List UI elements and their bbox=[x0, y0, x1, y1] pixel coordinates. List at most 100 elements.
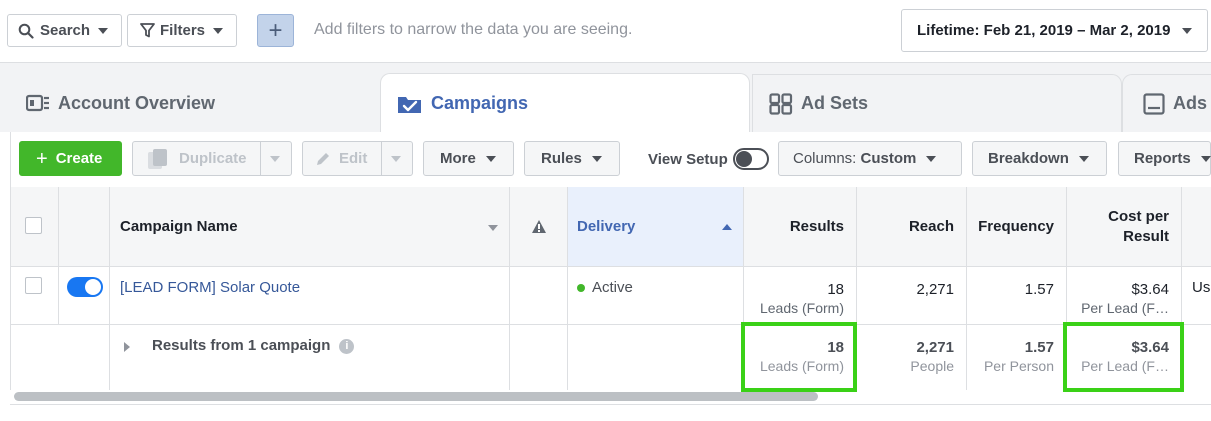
header-label: Delivery bbox=[577, 218, 636, 235]
header-campaign-name[interactable]: Campaign Name bbox=[110, 187, 510, 267]
tab-ads[interactable]: Ads bbox=[1122, 74, 1211, 132]
chevron-down-icon bbox=[591, 155, 602, 162]
row-warning-cell bbox=[510, 267, 568, 325]
header-label: Frequency bbox=[978, 218, 1054, 235]
split-divider bbox=[381, 142, 382, 175]
header-results[interactable]: Results bbox=[744, 187, 857, 267]
search-button[interactable]: Search bbox=[7, 14, 122, 47]
header-overflow bbox=[1182, 187, 1211, 267]
frequency-cell: 1.57 bbox=[967, 267, 1067, 325]
chevron-down-icon bbox=[485, 155, 496, 162]
chevron-down-icon bbox=[1182, 27, 1193, 34]
summary-reach-cell: 2,271 People bbox=[857, 325, 967, 390]
tab-label: Campaigns bbox=[431, 93, 529, 113]
campaign-on-off-toggle[interactable] bbox=[67, 277, 103, 297]
create-label: Create bbox=[55, 150, 103, 167]
status-dot-icon bbox=[577, 284, 585, 292]
header-label: Reach bbox=[908, 218, 954, 235]
tab-label: Ad Sets bbox=[801, 93, 869, 113]
header-toggle-cell bbox=[59, 187, 110, 267]
duplicate-label: Duplicate bbox=[179, 150, 247, 167]
results-value: 18 bbox=[827, 281, 844, 298]
summary-label: Results from 1 campaign bbox=[152, 337, 331, 354]
tab-campaigns[interactable]: Campaigns bbox=[380, 73, 750, 133]
date-range-label: Lifetime: Feb 21, 2019 – Mar 2, 2019 bbox=[917, 22, 1171, 39]
delivery-status: Active bbox=[592, 279, 633, 296]
results-highlight-box bbox=[741, 322, 857, 392]
campaigns-table: Campaign Name Delivery Results Reach Fre… bbox=[10, 187, 1211, 390]
summary-frequency-value: 1.57 bbox=[1024, 339, 1054, 356]
header-label: Results bbox=[789, 218, 844, 235]
breakdown-label: Breakdown bbox=[988, 150, 1069, 167]
reports-label: Reports bbox=[1134, 150, 1191, 167]
frequency-value: 1.57 bbox=[1024, 281, 1054, 298]
toggle-knob bbox=[736, 151, 752, 167]
chevron-down-icon bbox=[213, 27, 224, 34]
chevron-down-icon bbox=[926, 155, 937, 162]
columns-button[interactable]: Columns: Custom bbox=[778, 141, 962, 176]
summary-label-cell: Results from 1 campaign i bbox=[110, 325, 510, 390]
breakdown-button[interactable]: Breakdown bbox=[972, 141, 1107, 176]
plus-icon: + bbox=[36, 147, 48, 170]
more-button[interactable]: More bbox=[423, 141, 514, 176]
search-label: Search bbox=[40, 22, 91, 39]
horizontal-scrollbar[interactable] bbox=[14, 392, 818, 401]
funnel-icon bbox=[140, 23, 155, 38]
header-reach[interactable]: Reach bbox=[857, 187, 967, 267]
columns-value: Custom bbox=[860, 150, 917, 167]
filters-label: Filters bbox=[160, 22, 206, 39]
view-setup-toggle[interactable] bbox=[733, 148, 769, 170]
sort-caret-icon bbox=[488, 225, 498, 231]
summary-warning-cell bbox=[510, 325, 568, 390]
tab-account-overview[interactable]: Account Overview bbox=[10, 74, 380, 132]
rules-label: Rules bbox=[541, 150, 582, 167]
header-label: Cost per Result bbox=[1108, 207, 1169, 247]
create-button[interactable]: + Create bbox=[19, 141, 122, 176]
row-toggle-cell bbox=[59, 267, 110, 325]
summary-delivery-cell bbox=[568, 325, 744, 390]
duplicate-button[interactable]: Duplicate bbox=[132, 141, 292, 176]
row-checkbox[interactable] bbox=[25, 277, 42, 294]
header-cost-per-result[interactable]: Cost per Result bbox=[1067, 187, 1182, 267]
search-icon bbox=[18, 23, 34, 39]
add-filter-button[interactable]: + bbox=[257, 14, 294, 47]
cost-type: Per Lead (F… bbox=[1081, 300, 1169, 316]
tab-label: Account Overview bbox=[58, 92, 216, 113]
date-range-picker[interactable]: Lifetime: Feb 21, 2019 – Mar 2, 2019 bbox=[901, 9, 1208, 52]
filters-button[interactable]: Filters bbox=[127, 14, 237, 47]
summary-spacer-cell bbox=[11, 325, 110, 390]
cost-highlight-box bbox=[1063, 322, 1184, 392]
chevron-down-icon bbox=[391, 156, 401, 162]
info-icon[interactable]: i bbox=[339, 339, 355, 354]
warning-icon bbox=[531, 220, 546, 233]
chevron-down-icon bbox=[98, 27, 109, 34]
chevron-down-icon bbox=[270, 156, 280, 162]
header-frequency[interactable]: Frequency bbox=[967, 187, 1067, 267]
reports-button[interactable]: Reports bbox=[1118, 141, 1211, 176]
row-select-cell bbox=[11, 267, 59, 325]
ad-icon bbox=[1143, 92, 1165, 115]
header-warning[interactable] bbox=[510, 187, 568, 267]
select-all-checkbox[interactable] bbox=[25, 217, 42, 234]
sort-ascending-icon bbox=[722, 224, 732, 230]
campaign-name-cell: [LEAD FORM] Solar Quote bbox=[110, 267, 510, 325]
expand-chevron-icon[interactable] bbox=[124, 342, 130, 352]
results-cell: 18 Leads (Form) bbox=[744, 267, 857, 325]
pencil-icon bbox=[317, 152, 329, 165]
account-overview-icon bbox=[26, 94, 49, 112]
rules-button[interactable]: Rules bbox=[524, 141, 620, 176]
grid-icon bbox=[769, 92, 793, 115]
campaign-name-link[interactable]: [LEAD FORM] Solar Quote bbox=[120, 279, 300, 296]
plus-icon: + bbox=[268, 16, 283, 44]
header-delivery[interactable]: Delivery bbox=[568, 187, 744, 267]
tab-ad-sets[interactable]: Ad Sets bbox=[752, 74, 1122, 132]
reach-cell: 2,271 bbox=[857, 267, 967, 325]
more-label: More bbox=[440, 150, 476, 167]
tab-label: Ads bbox=[1173, 93, 1208, 113]
filter-hint[interactable]: Add filters to narrow the data you are s… bbox=[314, 21, 632, 39]
summary-reach-value: 2,271 bbox=[916, 339, 954, 356]
columns-prefix: Columns: bbox=[793, 150, 861, 167]
summary-frequency-cell: 1.57 Per Person bbox=[967, 325, 1067, 390]
edit-button[interactable]: Edit bbox=[302, 141, 413, 176]
toggle-knob bbox=[85, 279, 101, 295]
